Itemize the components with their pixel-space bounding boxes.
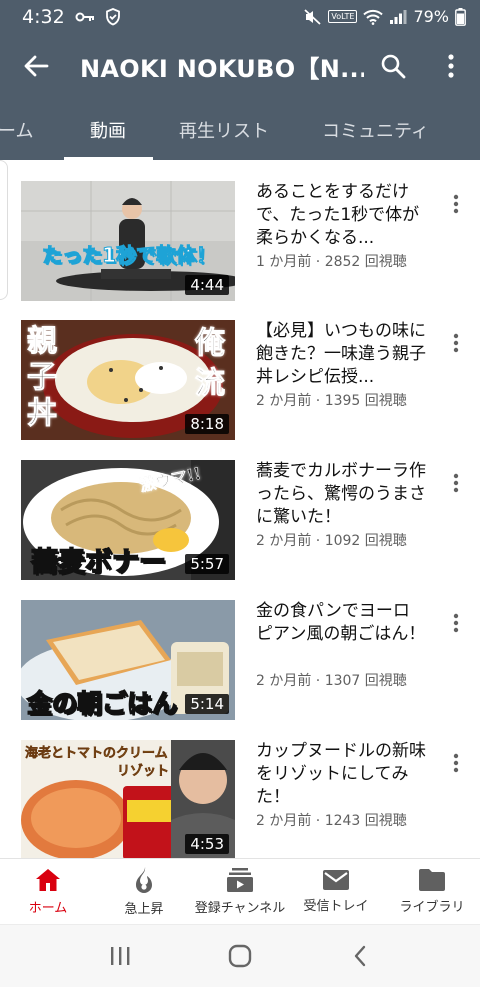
nav-home[interactable]: ホーム — [0, 859, 96, 924]
video-thumbnail[interactable]: 激ウマ!! 蕎麦ボナー 5:57 — [21, 460, 235, 580]
system-navigation-bar — [0, 924, 480, 987]
arrow-left-icon — [24, 55, 49, 77]
nav-label: 急上昇 — [124, 902, 164, 917]
recent-apps-button[interactable] — [90, 931, 150, 981]
video-more-button[interactable] — [444, 608, 468, 638]
battery-icon — [455, 7, 466, 26]
status-time: 4:32 — [22, 5, 65, 28]
video-thumbnail[interactable]: 金の朝ごはん 5:14 — [21, 600, 235, 720]
nav-library[interactable]: ライブラリ — [384, 859, 480, 924]
tab-community[interactable]: コミュニティ — [322, 99, 429, 160]
library-icon — [419, 869, 445, 891]
video-thumbnail[interactable]: たった1秒で軟体！ 4:44 — [21, 181, 235, 301]
video-title[interactable]: 蕎麦でカルボナーラ作ったら、驚愕のうまさに驚いた！ — [256, 460, 426, 529]
channel-tabs: ーム 動画 再生リスト コミュニティ — [0, 99, 480, 160]
video-meta: 1 か月前 · 2852 回視聴 — [256, 254, 407, 270]
tab-playlists[interactable]: 再生リスト — [179, 99, 269, 160]
video-thumbnail[interactable]: 海老とトマトのクリーム リゾット 4:53 — [21, 740, 235, 858]
search-button[interactable] — [364, 33, 422, 99]
thumbnail-caption: 海老とトマトのクリーム — [25, 746, 168, 762]
video-meta: 2 か月前 · 1243 回視聴 — [256, 813, 407, 829]
bottom-navigation: ホーム 急上昇 登録チャンネル 受信トレイ ライブラリ — [0, 858, 480, 924]
nav-inbox[interactable]: 受信トレイ — [288, 859, 384, 924]
video-item[interactable]: 親子丼 俺流 8:18 【必見】いつもの味に飽きた？一味違う親子丼レシピ伝授..… — [0, 320, 480, 440]
more-options-button[interactable] — [422, 33, 480, 99]
video-thumbnail[interactable]: 親子丼 俺流 8:18 — [21, 320, 235, 440]
video-item[interactable]: たった1秒で軟体！ 4:44 あることをするだけで、たった1秒で体が柔らかくなる… — [0, 181, 480, 301]
home-circle-icon — [228, 944, 252, 968]
video-duration: 5:57 — [185, 554, 229, 574]
video-item[interactable]: 金の朝ごはん 5:14 金の食パンでヨーロピアン風の朝ごはん！ 2 か月前 · … — [0, 600, 480, 720]
video-list: たった1秒で軟体！ 4:44 あることをするだけで、たった1秒で体が柔らかくなる… — [0, 160, 480, 858]
trending-icon — [136, 867, 152, 893]
chevron-left-icon — [354, 945, 366, 967]
more-vert-icon — [453, 333, 459, 353]
nav-label: 登録チャンネル — [194, 901, 286, 916]
thumbnail-caption-right: 俺流 — [195, 326, 226, 402]
channel-title: NAOKI NOKUBO【N... — [80, 54, 364, 83]
video-title[interactable]: カップヌードルの新味をリゾットにしてみた！ — [256, 740, 426, 809]
more-vert-icon — [453, 473, 459, 493]
video-title[interactable]: 金の食パンでヨーロピアン風の朝ごはん！ — [256, 600, 426, 646]
more-vert-icon — [453, 753, 459, 773]
video-title[interactable]: あることをするだけで、たった1秒で体が柔らかくなる... — [256, 181, 426, 250]
wifi-icon — [363, 9, 384, 25]
recent-apps-icon — [111, 947, 130, 965]
subscriptions-icon — [227, 868, 253, 892]
nav-trending[interactable]: 急上昇 — [96, 859, 192, 924]
video-meta: 2 か月前 · 1307 回視聴 — [256, 673, 407, 689]
back-system-button[interactable] — [330, 931, 390, 981]
video-title[interactable]: 【必見】いつもの味に飽きた？一味違う親子丼レシピ伝授... — [256, 320, 426, 389]
video-duration: 8:18 — [185, 414, 229, 434]
mute-icon — [304, 8, 322, 25]
nav-label: ライブラリ — [399, 900, 465, 915]
video-more-button[interactable] — [444, 468, 468, 498]
nav-label: 受信トレイ — [303, 899, 369, 914]
video-meta: 2 か月前 · 1092 回視聴 — [256, 533, 407, 549]
video-duration: 5:14 — [185, 694, 229, 714]
battery-percent: 79% — [413, 7, 449, 26]
thumbnail-caption-2: リゾット — [117, 764, 170, 780]
thumbnail-caption-left: 親子丼 — [27, 324, 58, 432]
status-bar: 4:32 VoLTE 79% — [0, 0, 480, 33]
video-more-button[interactable] — [444, 189, 468, 219]
thumbnail-caption: 蕎麦ボナー — [30, 546, 167, 579]
search-icon — [381, 54, 406, 79]
video-item[interactable]: 海老とトマトのクリーム リゾット 4:53 カップヌードルの新味をリゾットにして… — [0, 740, 480, 858]
thumbnail-caption: たった1秒で軟体！ — [42, 243, 217, 268]
tab-videos[interactable]: 動画 — [90, 99, 126, 160]
key-icon — [75, 11, 95, 23]
more-vert-icon — [453, 194, 459, 214]
video-item[interactable]: 激ウマ!! 蕎麦ボナー 5:57 蕎麦でカルボナーラ作ったら、驚愕のうまさに驚い… — [0, 460, 480, 580]
shield-icon — [105, 7, 121, 26]
thumbnail-caption: 金の朝ごはん — [26, 688, 178, 719]
video-more-button[interactable] — [444, 328, 468, 358]
video-duration: 4:53 — [185, 834, 229, 854]
volte-badge: VoLTE — [328, 10, 358, 23]
more-vert-icon — [448, 54, 454, 78]
home-icon — [36, 869, 60, 891]
video-meta: 2 か月前 · 1395 回視聴 — [256, 393, 407, 409]
back-button[interactable] — [0, 33, 72, 99]
inbox-icon — [323, 870, 349, 890]
video-duration: 4:44 — [185, 275, 229, 295]
home-system-button[interactable] — [210, 931, 270, 981]
tab-home[interactable]: ーム — [0, 99, 33, 160]
signal-icon — [389, 9, 407, 25]
app-bar: NAOKI NOKUBO【N... — [0, 33, 480, 99]
more-vert-icon — [453, 613, 459, 633]
video-more-button[interactable] — [444, 748, 468, 778]
nav-subscriptions[interactable]: 登録チャンネル — [192, 859, 288, 924]
nav-label: ホーム — [28, 901, 68, 916]
